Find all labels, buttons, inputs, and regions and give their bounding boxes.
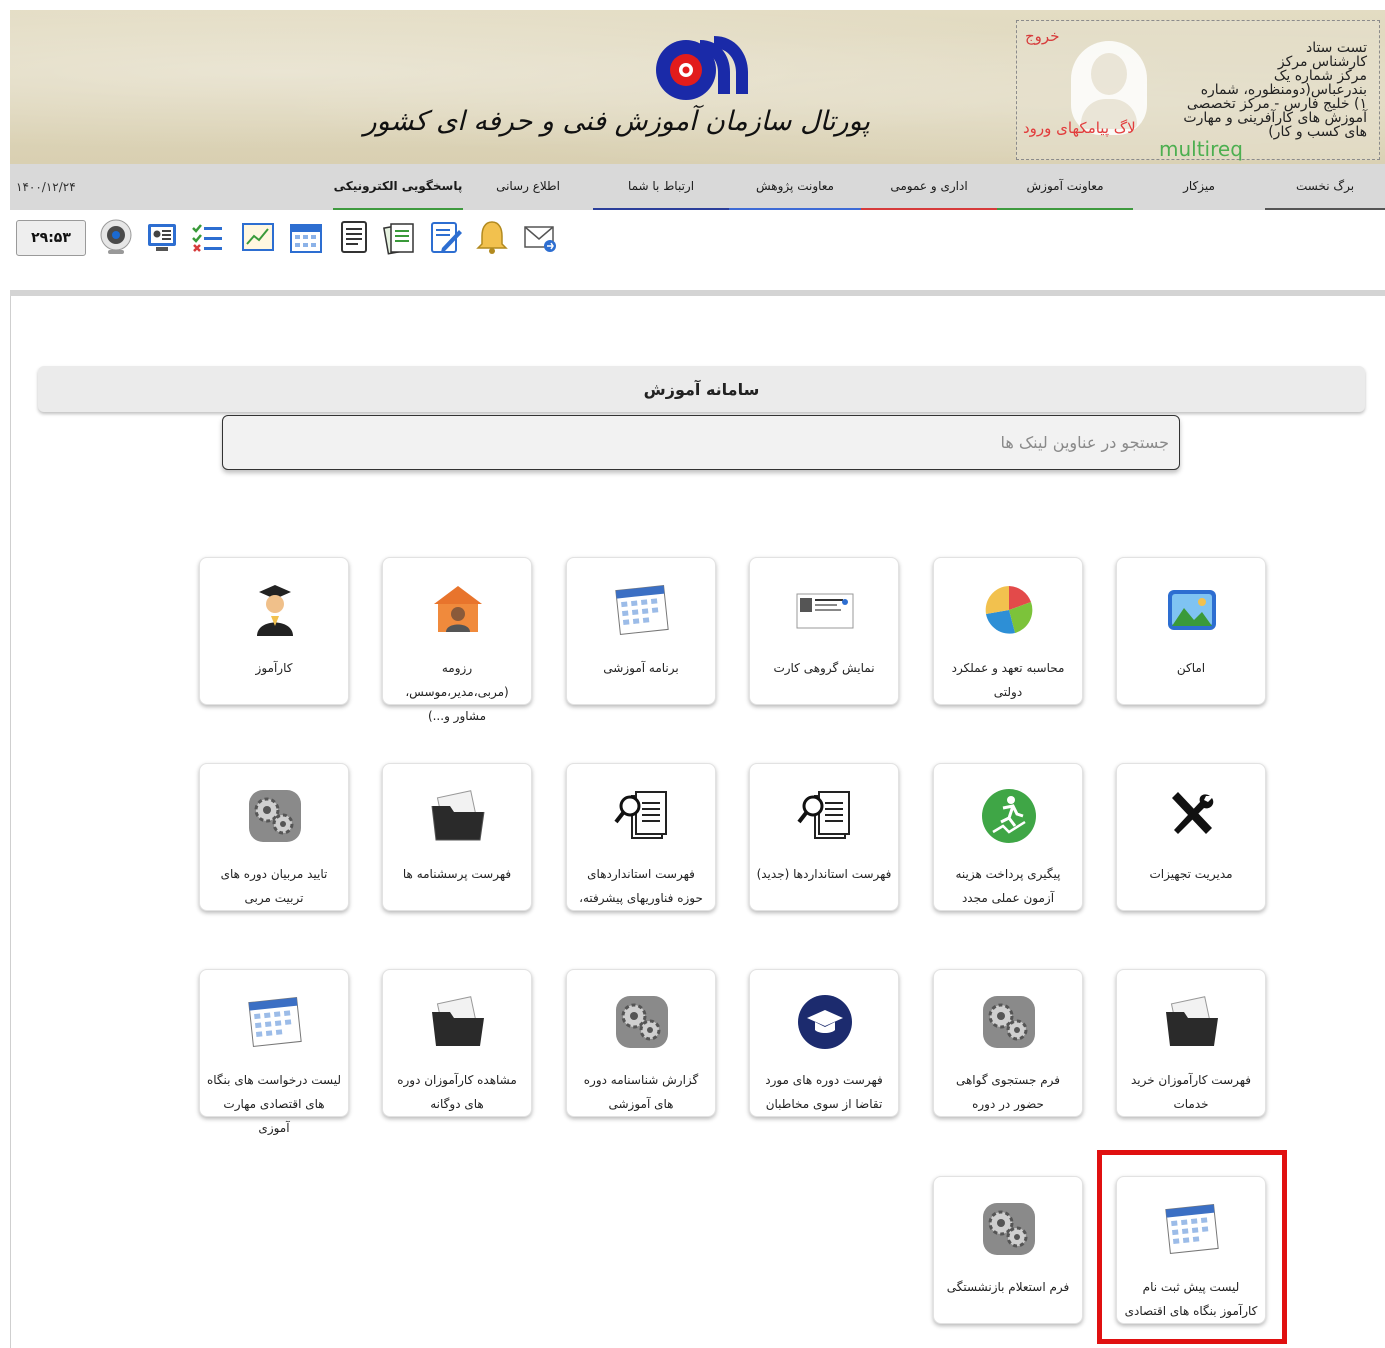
highlight-box (1097, 1150, 1287, 1344)
user-center-line: مرکز شماره یک (1273, 68, 1367, 84)
tile-commitment-calculation[interactable]: محاسبه تعهد و عملکرد دولتی (933, 557, 1083, 705)
edit-note-icon[interactable] (428, 218, 464, 256)
tile-label: برنامه آموزشی (603, 661, 679, 675)
tile-group-card-display[interactable]: نمایش گروهی کارت (749, 557, 899, 705)
content-separator (10, 290, 1385, 296)
tile-equipment-management[interactable]: مدیریت تجهیزات (1116, 763, 1266, 911)
tile-label: تایید مربیان دوره های تربیت مربی (220, 867, 328, 905)
tile-dual-course-trainees[interactable]: مشاهده کارآموزان دوره های دوگانه (382, 969, 532, 1117)
organization-logo (656, 36, 748, 100)
tile-label: پیگیری پرداخت هزینه آزمون عملی مجدد (955, 867, 1061, 905)
system-title: سامانه آموزش (38, 366, 1365, 412)
tile-label: گزارش شناسنامه دوره های آموزشی (583, 1073, 699, 1111)
logout-link[interactable]: خروج (1025, 27, 1059, 45)
nav-education-deputy[interactable]: معاونت آموزش (997, 164, 1133, 210)
tile-label: مشاهده کارآموزان دوره های دوگانه (397, 1073, 517, 1111)
graduate-icon (257, 585, 293, 636)
tile-places[interactable]: اماکن (1116, 557, 1266, 705)
tile-business-requests-list[interactable]: لیست درخواست های بنگاه های اقتصادی مهارت… (199, 969, 349, 1135)
tile-label: اماکن (1176, 661, 1206, 675)
mail-forward-icon[interactable] (522, 218, 558, 256)
session-timer: ۲۹:۵۳ (16, 220, 86, 256)
nav-information[interactable]: اطلاع رسانی (463, 164, 593, 210)
tile-label: فرم جستجوی گواهی حضور در دوره (955, 1073, 1061, 1111)
tile-label: کارآموز (255, 661, 293, 675)
tile-trainee[interactable]: کارآموز (199, 557, 349, 705)
webcam-icon[interactable] (98, 218, 134, 256)
nav-home[interactable]: برگ نخست (1265, 164, 1385, 210)
user-role: کارشناس مرکز (1277, 54, 1367, 70)
gears-icon (616, 996, 668, 1048)
tile-label: محاسبه تعهد و عملکرد دولتی (951, 661, 1065, 699)
site-header: پورتال سازمان آموزش فنی و حرفه ای کشور ت… (10, 10, 1385, 164)
document-icon[interactable] (336, 218, 372, 256)
user-info-panel: تست ستاد کارشناس مرکز مرکز شماره یک بندر… (1016, 20, 1380, 161)
progress-runner-icon (982, 789, 1036, 843)
support-agent-icon[interactable] (144, 218, 180, 256)
content-border (10, 296, 11, 1348)
user-center-line: آموزش های کارآفرینی و مهارت (1183, 110, 1367, 126)
tile-label: فهرست کارآموزان خرید خدمات (1130, 1073, 1252, 1111)
checklist-icon[interactable] (190, 218, 226, 256)
tools-icon (1172, 792, 1214, 834)
nav-research-deputy[interactable]: معاونت پژوهش (729, 164, 861, 210)
tile-questionnaire-list[interactable]: فهرست پرسشنامه ها (382, 763, 532, 911)
tile-label: فهرست استانداردهای حوزه فناوریهای پیشرفت… (579, 867, 703, 905)
tile-course-profile-report[interactable]: گزارش شناسنامه دوره های آموزشی (566, 969, 716, 1117)
portal-title: پورتال سازمان آموزش فنی و حرفه ای کشور (363, 106, 870, 137)
main-nav: برگ نخست میزکار معاونت آموزش اداری و عمو… (10, 164, 1385, 210)
user-name: تست ستاد (1305, 40, 1367, 56)
current-date: ۱۴۰۰/۱۲/۲۴ (16, 180, 76, 194)
tile-label: لیست درخواست های بنگاه های اقتصادی مهارت… (206, 1073, 342, 1135)
nav-administrative[interactable]: اداری و عمومی (861, 164, 997, 210)
graduation-cap-icon (798, 995, 852, 1049)
pie-chart-icon (985, 586, 1033, 634)
tile-standards-list-new[interactable]: فهرست استانداردها (جدید) (749, 763, 899, 911)
id-card-icon (796, 593, 854, 629)
tile-label: فهرست استانداردها (جدید) (756, 867, 892, 881)
tile-label: رزومه (مربی،مدیر،موسس، مشاور و...) (405, 661, 509, 723)
tile-training-program[interactable]: برنامه آموزشی (566, 557, 716, 705)
link-search-input[interactable] (222, 415, 1180, 470)
document-search-icon (614, 791, 667, 839)
tile-label: فهرست پرسشنامه ها (402, 867, 512, 881)
tile-resume[interactable]: رزومه (مربی،مدیر،موسس، مشاور و...) (382, 557, 532, 723)
nav-e-response[interactable]: پاسخگویی الکترونیکی (333, 164, 463, 210)
folder-icon (1166, 996, 1218, 1046)
tile-label: نمایش گروهی کارت (773, 661, 875, 675)
tile-label: مدیریت تجهیزات (1149, 867, 1233, 881)
tile-exam-payment-followup[interactable]: پیگیری پرداخت هزینه آزمون عملی مجدد (933, 763, 1083, 911)
multireq-link[interactable]: multireq (1159, 137, 1243, 161)
user-center-line: بندرعباس(دومنظوره، شماره (1200, 82, 1367, 98)
tile-retirement-inquiry[interactable]: فرم استعلام بازنشستگی (933, 1176, 1083, 1324)
tile-label: فهرست دوره های مورد تقاضا از سوی مخاطبان (765, 1073, 883, 1111)
tile-requested-courses-list[interactable]: فهرست دوره های مورد تقاضا از سوی مخاطبان (749, 969, 899, 1117)
sms-log-link[interactable]: لاگ پیامکهای ورود (1023, 119, 1136, 137)
stacked-papers-icon[interactable] (382, 218, 418, 256)
user-center-line: ۱) خلیج فارس - مرکز تخصصی (1186, 96, 1367, 112)
tile-instructor-approval[interactable]: تایید مربیان دوره های تربیت مربی (199, 763, 349, 911)
folder-icon (432, 996, 484, 1046)
tile-attendance-certificate-search[interactable]: فرم جستجوی گواهی حضور در دوره (933, 969, 1083, 1117)
calendar-icon (248, 997, 302, 1047)
gears-icon (983, 1203, 1035, 1255)
tile-label: فرم استعلام بازنشستگی (946, 1280, 1070, 1294)
tile-service-trainees-list[interactable]: فهرست کارآموزان خرید خدمات (1116, 969, 1266, 1117)
document-search-icon (797, 791, 850, 839)
gears-icon (249, 790, 301, 842)
gears-icon (983, 996, 1035, 1048)
user-details: تست ستاد کارشناس مرکز مرکز شماره یک بندر… (1127, 41, 1367, 139)
nav-contact-us[interactable]: ارتباط با شما (593, 164, 729, 210)
tile-advanced-tech-standards[interactable]: فهرست استانداردهای حوزه فناوریهای پیشرفت… (566, 763, 716, 911)
nav-workspace[interactable]: میزکار (1133, 164, 1265, 210)
notification-bell-icon[interactable] (474, 218, 510, 256)
chart-report-icon[interactable] (240, 218, 276, 256)
folder-icon (431, 790, 485, 841)
person-house-icon (434, 586, 482, 632)
calendar-icon (615, 585, 669, 635)
landscape-photo-icon (1168, 590, 1216, 630)
calendar-icon[interactable] (288, 218, 324, 256)
